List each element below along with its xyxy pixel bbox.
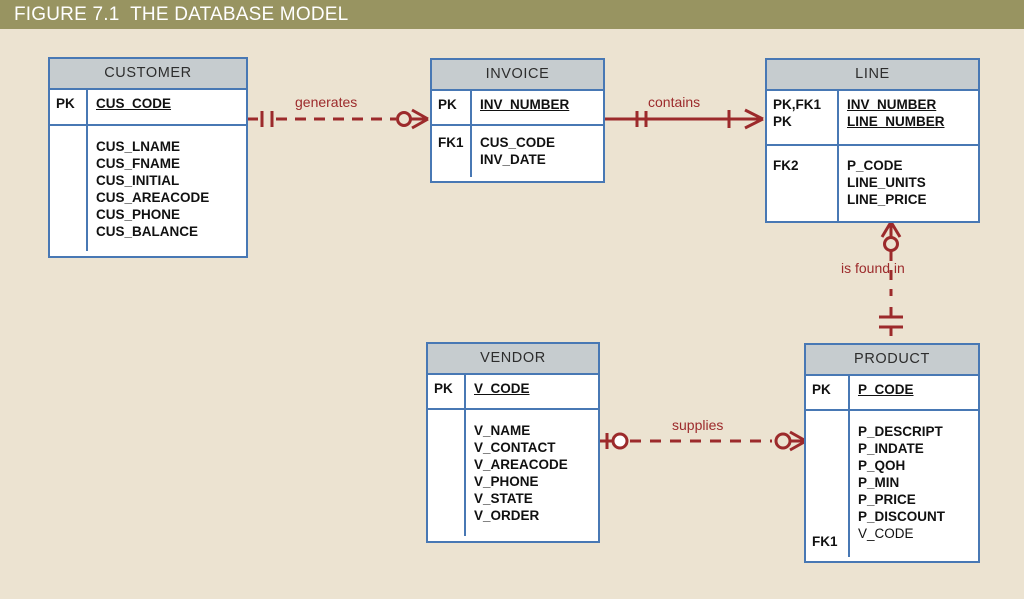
entity-line-title: LINE xyxy=(767,60,978,91)
entity-vendor-pk-section: PK V_CODE xyxy=(428,374,598,410)
entity-product-attr-list: P_DESCRIPT P_INDATE P_QOH P_MIN P_PRICE … xyxy=(858,423,946,524)
entity-customer-fk-key xyxy=(50,125,88,251)
entity-customer-pk-attr: CUS_CODE xyxy=(96,95,172,111)
relationship-is-found-in xyxy=(879,221,903,343)
entity-invoice-fk-key: FK1 xyxy=(432,125,472,177)
figure-title: THE DATABASE MODEL xyxy=(130,3,349,25)
entity-product-body: PK P_CODE FK1 P_DESCRIPT P_INDATE P_QOH … xyxy=(806,375,978,557)
entity-customer-pk-section: PK CUS_CODE xyxy=(50,89,246,126)
entity-customer[interactable]: CUSTOMER PK CUS_CODE CUS_LNAME CUS_FNAME… xyxy=(48,57,248,258)
entity-vendor-pk-key: PK xyxy=(428,374,466,408)
relationship-generates xyxy=(248,108,429,130)
relationship-contains xyxy=(605,108,764,130)
entity-line-pk-attrs: INV_NUMBER LINE_NUMBER xyxy=(847,96,945,129)
entity-product-pk-attr: P_CODE xyxy=(858,381,914,397)
relationship-label-generates: generates xyxy=(295,94,358,110)
entity-product-fk1-label: FK1 xyxy=(812,533,838,549)
entity-invoice-title: INVOICE xyxy=(432,60,603,91)
entity-product-title: PRODUCT xyxy=(806,345,978,376)
entity-product-attr-vcode: V_CODE xyxy=(858,525,914,541)
entity-vendor-title: VENDOR xyxy=(428,344,598,375)
entity-line-attrs: P_CODE LINE_UNITS LINE_PRICE xyxy=(847,157,927,207)
entity-invoice-pk-section: PK INV_NUMBER xyxy=(432,90,603,126)
entity-line-pk-key: PK,FK1 PK xyxy=(767,90,839,144)
entity-line-attr-section: FK2 P_CODE LINE_UNITS LINE_PRICE xyxy=(767,145,978,222)
entity-vendor-fk-key xyxy=(428,409,466,536)
entity-invoice-body: PK INV_NUMBER FK1 CUS_CODE INV_DATE xyxy=(432,90,603,177)
entity-customer-attr-section: CUS_LNAME CUS_FNAME CUS_INITIAL CUS_AREA… xyxy=(50,125,246,251)
entity-customer-title: CUSTOMER xyxy=(50,59,246,90)
er-diagram-canvas: generates contains is found in supplies … xyxy=(0,29,1024,599)
entity-line-pk-section: PK,FK1 PK INV_NUMBER LINE_NUMBER xyxy=(767,90,978,146)
entity-product-attrs: P_DESCRIPT P_INDATE P_QOH P_MIN P_PRICE … xyxy=(850,411,978,557)
entity-line-body: PK,FK1 PK INV_NUMBER LINE_NUMBER FK2 P_C… xyxy=(767,90,978,222)
entity-product-fk-key: FK1 xyxy=(806,410,850,557)
entity-line[interactable]: LINE PK,FK1 PK INV_NUMBER LINE_NUMBER FK… xyxy=(765,58,980,223)
entity-customer-attrs: CUS_LNAME CUS_FNAME CUS_INITIAL CUS_AREA… xyxy=(96,138,210,239)
entity-invoice-pk-attr: INV_NUMBER xyxy=(480,96,570,112)
entity-invoice[interactable]: INVOICE PK INV_NUMBER FK1 CUS_CODE INV_D… xyxy=(430,58,605,183)
figure-header-bar: FIGURE 7.1 THE DATABASE MODEL xyxy=(0,0,1024,29)
entity-vendor-body: PK V_CODE V_NAME V_CONTACT V_AREACODE V_… xyxy=(428,374,598,536)
entity-invoice-attrs: CUS_CODE INV_DATE xyxy=(480,134,556,167)
relationship-supplies xyxy=(600,430,807,452)
entity-invoice-attr-section: FK1 CUS_CODE INV_DATE xyxy=(432,125,603,177)
entity-invoice-pk-key: PK xyxy=(432,90,472,124)
entity-product-attr-section: FK1 P_DESCRIPT P_INDATE P_QOH P_MIN P_PR… xyxy=(806,410,978,557)
relationship-label-supplies: supplies xyxy=(672,417,724,433)
figure-number: FIGURE 7.1 xyxy=(14,3,120,25)
figure-caption: FIGURE 7.1 THE DATABASE MODEL xyxy=(0,4,348,26)
entity-product-pk-key: PK xyxy=(806,375,850,409)
entity-line-fk-key: FK2 xyxy=(767,145,839,222)
entity-vendor[interactable]: VENDOR PK V_CODE V_NAME V_CONTACT V_AREA… xyxy=(426,342,600,543)
entity-vendor-attrs: V_NAME V_CONTACT V_AREACODE V_PHONE V_ST… xyxy=(474,422,568,523)
entity-product[interactable]: PRODUCT PK P_CODE FK1 P_DESCRIPT P_INDAT… xyxy=(804,343,980,563)
relationship-label-is-found-in: is found in xyxy=(841,260,905,276)
relationship-label-contains: contains xyxy=(648,94,701,110)
entity-vendor-attr-section: V_NAME V_CONTACT V_AREACODE V_PHONE V_ST… xyxy=(428,409,598,536)
entity-vendor-pk-attr: V_CODE xyxy=(474,380,530,396)
entity-customer-body: PK CUS_CODE CUS_LNAME CUS_FNAME CUS_INIT… xyxy=(50,89,246,251)
entity-product-pk-section: PK P_CODE xyxy=(806,375,978,411)
entity-customer-pk-key: PK xyxy=(50,89,88,124)
